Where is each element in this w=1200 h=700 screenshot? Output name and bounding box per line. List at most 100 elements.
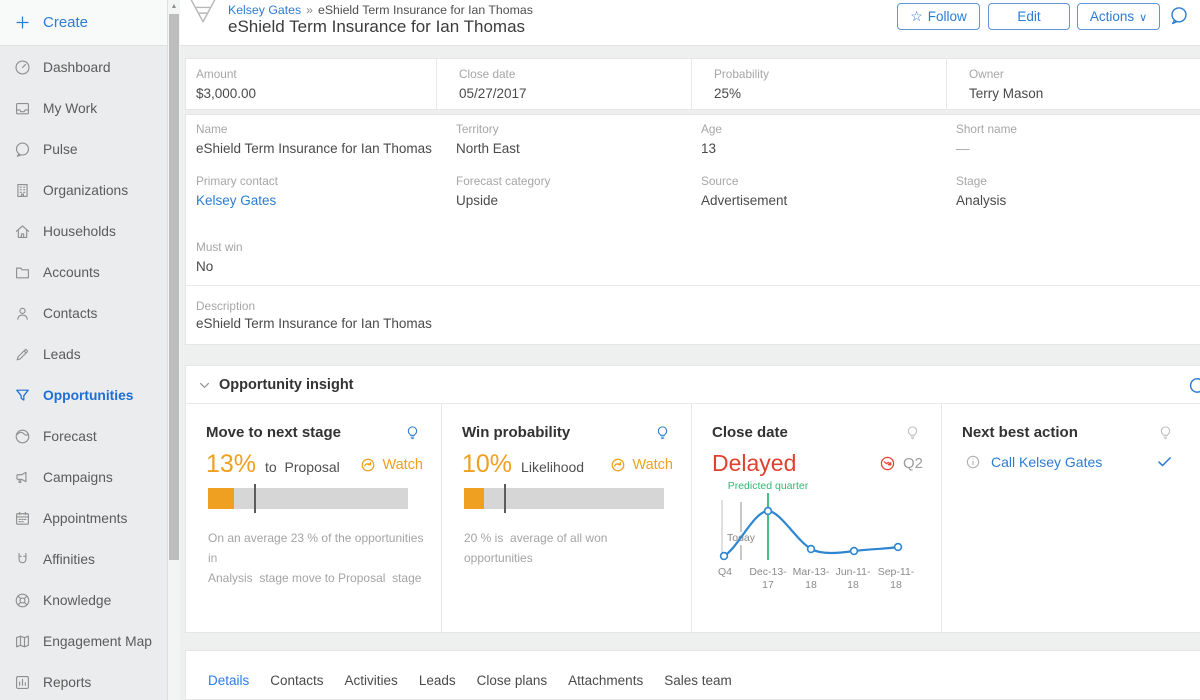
breadcrumb-link[interactable]: Kelsey Gates (228, 3, 301, 17)
sidebar-item-dashboard[interactable]: Dashboard (0, 47, 167, 88)
insight-header: Opportunity insight (186, 366, 1200, 404)
stage-caption: On an average 23 % of the opportunities … (208, 528, 427, 588)
sidebar-item-affinities[interactable]: Affinities (0, 539, 167, 580)
sidebar-item-label: Engagement Map (43, 634, 152, 649)
chevron-down-icon: ∨ (1139, 11, 1147, 24)
scrollbar-up-icon[interactable]: ▲ (168, 0, 180, 13)
record-header: Kelsey Gates»eShield Term Insurance for … (180, 0, 1200, 46)
organizations-icon (13, 181, 32, 200)
follow-button[interactable]: ☆ Follow (897, 3, 980, 30)
lightbulb-icon[interactable] (904, 423, 921, 442)
sidebar-item-appointments[interactable]: Appointments (0, 498, 167, 539)
tab-leads[interactable]: Leads (419, 673, 456, 699)
card-title: Win probability (462, 424, 570, 441)
win-suffix: Likelihood (521, 459, 584, 475)
sidebar-item-reports[interactable]: Reports (0, 662, 167, 700)
sidebar-item-engagement-map[interactable]: Engagement Map (0, 621, 167, 662)
watch-button[interactable]: Watch (359, 456, 423, 474)
sidebar-item-label: Contacts (43, 306, 97, 321)
insight-card-next-best-action: Next best action Call Kelsey Gates (941, 404, 1200, 632)
lightbulb-icon[interactable] (404, 423, 421, 442)
breadcrumb-current: eShield Term Insurance for Ian Thomas (318, 3, 533, 17)
chat-bubble-icon[interactable] (1167, 4, 1191, 30)
details-panel: Name eShield Term Insurance for Ian Thom… (185, 114, 1200, 345)
field-age: Age 13 (701, 122, 722, 156)
x-tick: Jun-11- (836, 566, 871, 578)
stage-progress-fill (208, 488, 234, 509)
create-button[interactable]: Create (0, 0, 180, 46)
close-date-status: Delayed (712, 450, 796, 477)
engagement-map-icon (13, 632, 32, 651)
x-tick: 18 (890, 579, 902, 591)
check-icon[interactable] (1155, 452, 1174, 471)
tab-attachments[interactable]: Attachments (568, 673, 643, 699)
description-label: Description (196, 299, 255, 313)
sidebar-item-campaigns[interactable]: Campaigns (0, 457, 167, 498)
accounts-icon (13, 263, 32, 282)
edit-button[interactable]: Edit (988, 3, 1070, 30)
field-must-win: Must win No (196, 240, 243, 274)
info-icon[interactable] (964, 453, 982, 471)
x-tick: Sep-11- (878, 566, 915, 578)
tab-contacts[interactable]: Contacts (270, 673, 323, 699)
sidebar-item-accounts[interactable]: Accounts (0, 252, 167, 293)
sidebar-item-leads[interactable]: Leads (0, 334, 167, 375)
stat-row: Delayed Q2 (712, 450, 923, 477)
collapse-chevron-icon[interactable] (198, 379, 211, 392)
x-tick: Q4 (718, 566, 732, 578)
field-primary-contact: Primary contact Kelsey Gates (196, 174, 278, 208)
win-percent: 10% (462, 450, 512, 479)
sidebar-item-opportunities[interactable]: Opportunities (0, 375, 167, 416)
lightbulb-icon[interactable] (654, 423, 671, 442)
primary-contact-link[interactable]: Kelsey Gates (196, 193, 278, 208)
insight-card-move-stage: Move to next stage 13% to Proposal Watch… (186, 404, 441, 632)
tab-close-plans[interactable]: Close plans (477, 673, 548, 699)
field-forecast-category: Forecast category Upside (456, 174, 550, 208)
field-owner: Owner Terry Mason (946, 59, 1200, 109)
x-tick: 18 (847, 579, 859, 591)
action-row: Call Kelsey Gates (964, 452, 1174, 471)
sidebar-item-label: Accounts (43, 265, 100, 280)
scrollbar-thumb[interactable] (169, 14, 179, 560)
sidebar-item-my-work[interactable]: My Work (0, 88, 167, 129)
insight-card-win-probability: Win probability 10% Likelihood Watch 20 … (441, 404, 691, 632)
refresh-icon[interactable] (1186, 374, 1200, 397)
record-tabs: Details Contacts Activities Leads Close … (185, 650, 1200, 700)
x-tick: Mar-13- (793, 566, 830, 578)
reports-icon (13, 673, 32, 692)
actions-button[interactable]: Actions ∨ (1077, 3, 1160, 30)
sidebar-scrollbar[interactable]: ▲ (167, 0, 180, 700)
sidebar-item-label: Leads (43, 347, 81, 362)
watch-button[interactable]: Watch (609, 456, 673, 474)
sidebar-item-forecast[interactable]: Forecast (0, 416, 167, 457)
field-value: 25% (714, 86, 946, 101)
affinities-icon (13, 550, 32, 569)
tab-details[interactable]: Details (208, 673, 249, 699)
field-value: 05/27/2017 (459, 86, 691, 101)
households-icon (13, 222, 32, 241)
sidebar-item-contacts[interactable]: Contacts (0, 293, 167, 334)
x-tick: Dec-13- (749, 566, 787, 578)
knowledge-icon (13, 591, 32, 610)
field-label: Owner (969, 67, 1200, 81)
sidebar-nav: Dashboard My Work Pulse Organizations Ho… (0, 47, 167, 700)
plus-icon (14, 14, 31, 31)
insight-card-close-date: Close date Delayed Q2 Predicted quarter … (691, 404, 941, 632)
sidebar-item-label: Affinities (43, 552, 95, 567)
appointments-icon (13, 509, 32, 528)
sidebar-item-label: My Work (43, 101, 97, 116)
field-label: Amount (196, 67, 436, 81)
lightbulb-icon[interactable] (1157, 423, 1174, 442)
tab-sales-team[interactable]: Sales team (664, 673, 732, 699)
field-territory: Territory North East (456, 122, 520, 156)
sidebar-item-pulse[interactable]: Pulse (0, 129, 167, 170)
opportunity-insight-panel: Opportunity insight Move to next stage 1… (185, 365, 1200, 633)
sidebar-item-organizations[interactable]: Organizations (0, 170, 167, 211)
tab-activities[interactable]: Activities (345, 673, 398, 699)
description-value: eShield Term Insurance for Ian Thomas (196, 316, 432, 331)
pulse-icon (13, 140, 32, 159)
next-action-link[interactable]: Call Kelsey Gates (991, 454, 1102, 470)
sidebar-item-knowledge[interactable]: Knowledge (0, 580, 167, 621)
my-work-icon (13, 99, 32, 118)
sidebar-item-households[interactable]: Households (0, 211, 167, 252)
